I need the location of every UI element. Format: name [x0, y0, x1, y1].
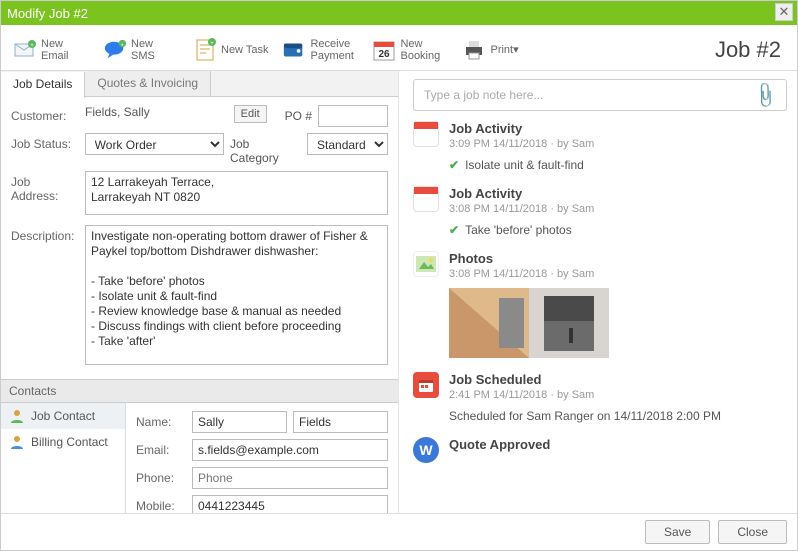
description-label: Description: — [11, 225, 79, 243]
entry-title: Job Scheduled — [449, 372, 787, 387]
svg-text:+: + — [121, 42, 124, 48]
address-label: Job Address: — [11, 171, 79, 203]
save-button[interactable]: Save — [645, 520, 710, 544]
feed-entry: W Quote Approved — [413, 437, 787, 463]
printer-icon — [462, 38, 486, 62]
email-label: Email: — [136, 439, 186, 457]
titlebar: Modify Job #2 ✕ — [1, 1, 797, 25]
entry-meta: 3:09 PM 14/11/2018 · by Sam — [449, 138, 787, 150]
status-label: Job Status: — [11, 133, 79, 151]
entry-title: Photos — [449, 251, 787, 266]
billing-contact-item[interactable]: Billing Contact — [1, 429, 125, 455]
entry-meta: 2:41 PM 14/11/2018 · by Sam — [449, 389, 787, 401]
note-placeholder: Type a job note here... — [424, 88, 543, 102]
customer-label: Customer: — [11, 105, 79, 123]
edit-customer-button[interactable]: Edit — [234, 105, 267, 123]
mobile-input[interactable] — [192, 495, 388, 513]
print-button[interactable]: Print▾ — [458, 36, 522, 64]
address-input[interactable]: 12 Larrakeyah Terrace, Larrakeyah NT 082… — [85, 171, 388, 215]
email-input[interactable] — [192, 439, 388, 461]
left-panel: Job Details Quotes & Invoicing Customer:… — [1, 71, 399, 513]
check-icon: ✔ — [449, 158, 459, 172]
contacts-header: Contacts — [1, 379, 398, 403]
new-email-button[interactable]: + New Email — [9, 36, 93, 64]
person-icon — [9, 408, 25, 424]
contacts-sidebar: Job Contact Billing Contact — [1, 403, 126, 513]
photo-thumb[interactable] — [529, 288, 609, 358]
toolbar: + New Email + New SMS + New Task Receive… — [1, 25, 797, 71]
entry-title: Job Activity — [449, 186, 787, 201]
name-label: Name: — [136, 411, 186, 429]
feed-entry: Job Activity 3:08 PM 14/11/2018 · by Sam… — [413, 186, 787, 237]
tabs: Job Details Quotes & Invoicing — [1, 71, 398, 97]
entry-title: Quote Approved — [449, 437, 787, 452]
new-booking-button[interactable]: 26 New Booking — [368, 36, 452, 64]
po-input[interactable] — [318, 105, 388, 127]
first-name-input[interactable] — [192, 411, 287, 433]
new-task-button[interactable]: + New Task — [189, 36, 272, 64]
close-button[interactable]: Close — [718, 520, 787, 544]
last-name-input[interactable] — [293, 411, 388, 433]
photos-icon — [413, 251, 439, 277]
modify-job-window: Modify Job #2 ✕ + New Email + New SMS + … — [0, 0, 798, 551]
sms-icon: + — [103, 38, 127, 62]
right-panel: Type a job note here... 📎 Job Activity 3… — [399, 71, 797, 513]
feed-entry: Job Activity 3:09 PM 14/11/2018 · by Sam… — [413, 121, 787, 172]
tab-quotes-invoicing[interactable]: Quotes & Invoicing — [85, 71, 211, 96]
svg-text:+: + — [30, 43, 34, 49]
task-icon: + — [193, 38, 217, 62]
window-close-button[interactable]: ✕ — [775, 3, 793, 21]
feed-entry: Job Scheduled 2:41 PM 14/11/2018 · by Sa… — [413, 372, 787, 423]
category-select[interactable]: Standard — [307, 133, 388, 155]
job-title: Job #2 — [715, 37, 789, 63]
attachment-icon[interactable]: 📎 — [749, 80, 780, 110]
contacts-form: Name: Email: Phone: Mobile: — [126, 403, 398, 513]
customer-value: Fields, Sally — [85, 105, 228, 119]
entry-body: Isolate unit & fault-find — [465, 158, 584, 172]
phone-label: Phone: — [136, 467, 186, 485]
calendar-icon: 26 — [372, 38, 396, 62]
svg-text:+: + — [210, 41, 214, 47]
description-input[interactable]: Investigate non-operating bottom drawer … — [85, 225, 388, 365]
activity-feed: Job Activity 3:09 PM 14/11/2018 · by Sam… — [413, 121, 787, 513]
po-label: PO # — [285, 105, 312, 123]
new-sms-button[interactable]: + New SMS — [99, 36, 183, 64]
footer: Save Close — [1, 513, 797, 550]
category-label: Job Category — [230, 133, 301, 165]
person-icon — [9, 434, 25, 450]
svg-text:26: 26 — [379, 49, 391, 60]
status-select[interactable]: Work Order — [85, 133, 224, 155]
tab-job-details[interactable]: Job Details — [1, 72, 85, 98]
job-form: Customer: Fields, Sally Edit PO # Job St… — [1, 97, 398, 379]
entry-meta: 3:08 PM 14/11/2018 · by Sam — [449, 203, 787, 215]
receive-payment-button[interactable]: Receive Payment — [278, 36, 362, 64]
entry-meta: 3:08 PM 14/11/2018 · by Sam — [449, 268, 787, 280]
email-icon: + — [13, 38, 37, 62]
feed-entry: Photos 3:08 PM 14/11/2018 · by Sam — [413, 251, 787, 358]
entry-body: Scheduled for Sam Ranger on 14/11/2018 2… — [449, 409, 721, 423]
window-title: Modify Job #2 — [7, 6, 88, 21]
mobile-label: Mobile: — [136, 495, 186, 513]
chevron-down-icon: ▾ — [513, 44, 519, 56]
photo-thumb[interactable] — [449, 288, 529, 358]
job-note-input[interactable]: Type a job note here... 📎 — [413, 79, 787, 111]
quote-icon: W — [413, 437, 439, 463]
phone-input[interactable] — [192, 467, 388, 489]
wallet-icon — [282, 38, 306, 62]
activity-icon — [413, 121, 439, 147]
entry-title: Job Activity — [449, 121, 787, 136]
contacts-body: Job Contact Billing Contact Name: — [1, 403, 398, 513]
activity-icon — [413, 186, 439, 212]
scheduled-icon — [413, 372, 439, 398]
check-icon: ✔ — [449, 223, 459, 237]
job-contact-item[interactable]: Job Contact — [1, 403, 125, 429]
entry-body: Take 'before' photos — [465, 223, 572, 237]
photo-thumbnails — [449, 288, 787, 358]
